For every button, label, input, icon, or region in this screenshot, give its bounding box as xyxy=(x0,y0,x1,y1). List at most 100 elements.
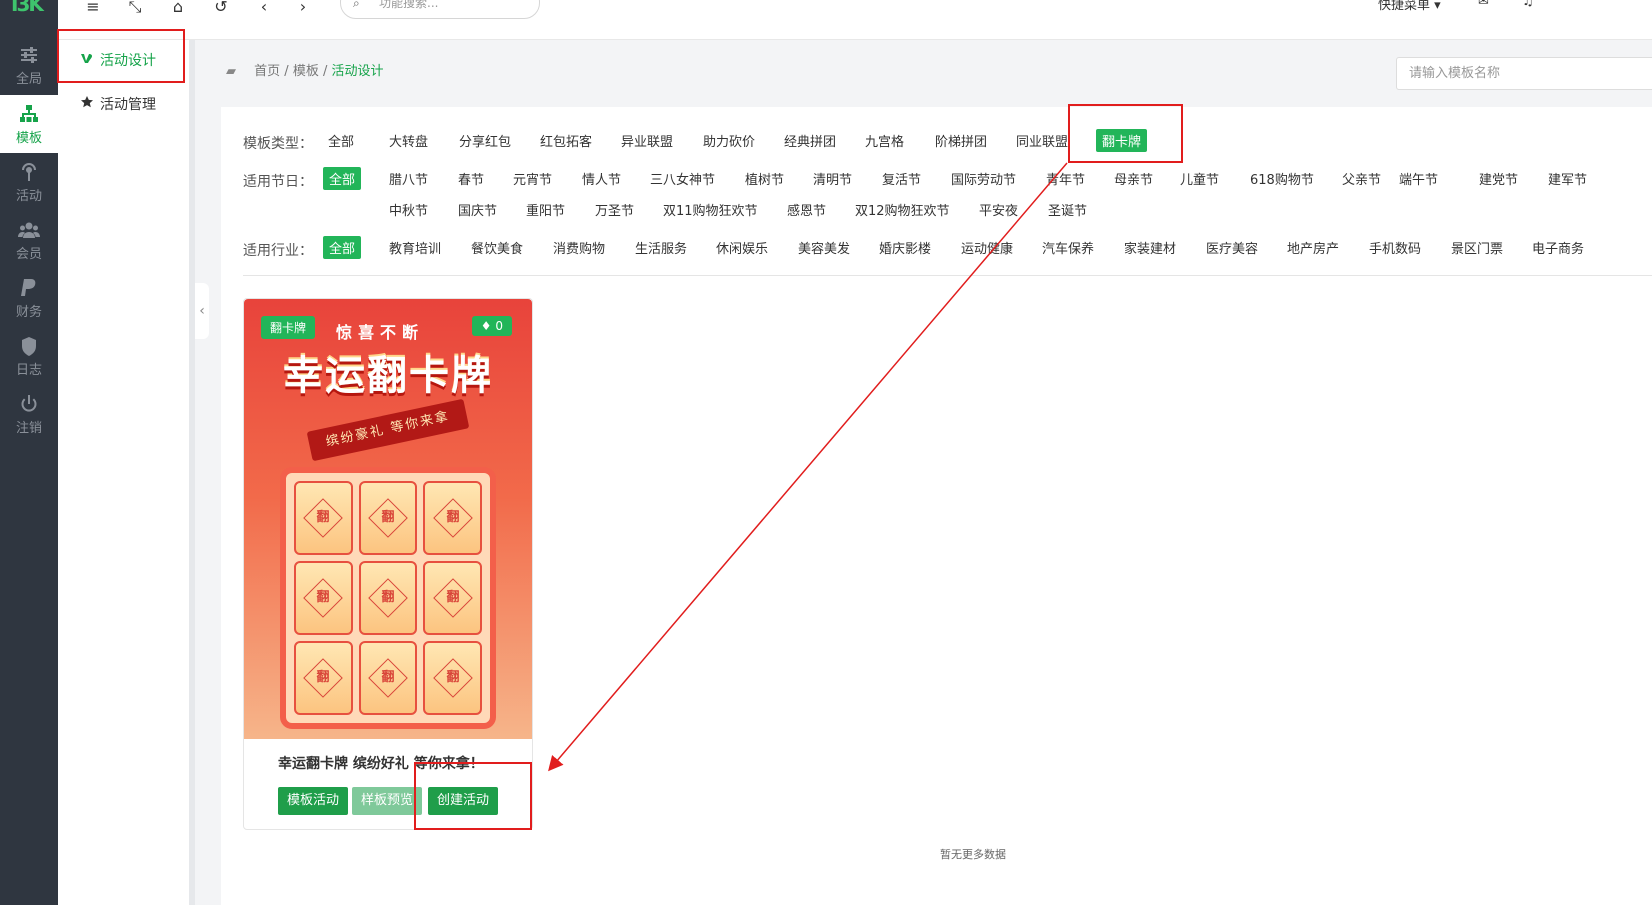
sub-navigation: 活动设计 活动管理 xyxy=(58,0,195,905)
filter-tag-holiday-6[interactable]: 植树节 xyxy=(745,169,784,188)
filter-tag-holiday-row2-0[interactable]: 中秋节 xyxy=(389,200,428,219)
annotation-box-subnav xyxy=(57,29,185,83)
collapse-sidebar-toggle[interactable]: ‹ xyxy=(195,283,209,339)
rail-item-logout[interactable]: 注销 xyxy=(0,385,58,443)
home-icon[interactable]: ⌂ xyxy=(167,0,189,18)
filter-tag-holiday-row2-6[interactable]: 双12购物狂欢节 xyxy=(855,200,950,219)
flip-card: 翻 xyxy=(294,561,353,635)
filter-tag-type-9[interactable]: 同业联盟 xyxy=(1016,131,1068,150)
filter-tag-industry-3[interactable]: 消费购物 xyxy=(553,238,605,257)
filter-tag-holiday-row2-5[interactable]: 感恩节 xyxy=(787,200,826,219)
flip-card: 翻 xyxy=(423,641,482,715)
mail-icon[interactable]: ✉ xyxy=(1478,0,1489,9)
filter-tag-industry-1[interactable]: 教育培训 xyxy=(389,238,441,257)
filter-tag-holiday-3[interactable]: 元宵节 xyxy=(513,169,552,188)
quick-menu-dropdown[interactable]: 快捷菜单 ▾ xyxy=(1378,0,1441,13)
filter-tag-type-1[interactable]: 大转盘 xyxy=(389,131,428,150)
filter-tag-holiday-2[interactable]: 春节 xyxy=(458,169,484,188)
filter-tag-industry-4[interactable]: 生活服务 xyxy=(635,238,687,257)
filter-tag-type-6[interactable]: 经典拼团 xyxy=(784,131,836,150)
rail-item-global[interactable]: 全局 xyxy=(0,36,58,94)
breadcrumb-templates[interactable]: 模板 xyxy=(293,64,319,79)
flip-card-grid: 翻翻翻翻翻翻翻翻翻 xyxy=(294,481,482,715)
annotation-box-flipcard-tag xyxy=(1068,104,1183,163)
filter-tag-holiday-row2-8[interactable]: 圣诞节 xyxy=(1048,200,1087,219)
star-icon xyxy=(80,82,94,128)
filter-tag-holiday-5[interactable]: 三八女神节 xyxy=(650,169,715,188)
rail-item-label: 活动 xyxy=(15,189,42,204)
filter-tag-type-7[interactable]: 九宫格 xyxy=(865,131,904,150)
filter-tag-holiday-16[interactable]: 建党节 xyxy=(1479,169,1518,188)
template-poster[interactable]: 翻卡牌 惊喜不断 ♦ 0 幸运翻卡牌 缤纷豪礼 等你来拿 翻翻翻翻翻翻翻翻翻 xyxy=(244,299,532,739)
fullscreen-icon[interactable]: ⤡ xyxy=(124,0,146,18)
flip-card: 翻 xyxy=(358,561,418,635)
breadcrumb-home[interactable]: 首页 xyxy=(254,64,280,79)
back-icon[interactable]: ‹ xyxy=(253,0,275,18)
filter-tag-type-0[interactable]: 全部 xyxy=(328,131,354,150)
filter-tag-industry-15[interactable]: 电子商务 xyxy=(1532,238,1584,257)
preview-button[interactable]: 样板预览 xyxy=(352,787,423,815)
flip-card: 翻 xyxy=(294,481,353,555)
filter-tag-holiday-14[interactable]: 父亲节 xyxy=(1342,169,1381,188)
filter-tag-industry-14[interactable]: 景区门票 xyxy=(1451,238,1503,257)
filter-tag-holiday-4[interactable]: 情人节 xyxy=(582,169,621,188)
rail-item-label: 注销 xyxy=(15,421,42,436)
filter-tag-industry-0[interactable]: 全部 xyxy=(323,236,362,259)
filter-tag-type-3[interactable]: 红包拓客 xyxy=(540,131,592,150)
filter-tag-holiday-row2-2[interactable]: 重阳节 xyxy=(526,200,565,219)
filter-tag-industry-7[interactable]: 婚庆影楼 xyxy=(879,238,931,257)
app-logo: I3K xyxy=(11,0,44,16)
rail-item-members[interactable]: 会员 xyxy=(0,211,58,269)
filter-tag-industry-13[interactable]: 手机数码 xyxy=(1369,238,1421,257)
poster-title: 幸运翻卡牌 xyxy=(283,353,493,399)
forward-icon[interactable]: › xyxy=(292,0,314,18)
filter-tag-industry-10[interactable]: 家装建材 xyxy=(1124,238,1176,257)
filter-tag-holiday-12[interactable]: 儿童节 xyxy=(1180,169,1219,188)
filter-tag-industry-2[interactable]: 餐饮美食 xyxy=(471,238,523,257)
refresh-icon[interactable]: ↺ xyxy=(210,0,232,18)
filter-tag-holiday-1[interactable]: 腊八节 xyxy=(389,169,428,188)
filter-tag-type-8[interactable]: 阶梯拼团 xyxy=(935,131,987,150)
filter-tag-holiday-10[interactable]: 青年节 xyxy=(1046,169,1085,188)
sitemap-icon xyxy=(18,103,40,125)
rail-item-label: 日志 xyxy=(15,363,42,378)
flip-card: 翻 xyxy=(358,641,418,715)
flip-card: 翻 xyxy=(294,641,353,715)
filter-tag-holiday-row2-4[interactable]: 双11购物狂欢节 xyxy=(663,200,758,219)
filter-tag-industry-11[interactable]: 医疗美容 xyxy=(1206,238,1258,257)
rail-item-activity[interactable]: 活动 xyxy=(0,153,58,211)
filter-tag-type-5[interactable]: 助力砍价 xyxy=(703,131,755,150)
filter-tag-holiday-9[interactable]: 国际劳动节 xyxy=(951,169,1016,188)
filter-tag-holiday-8[interactable]: 复活节 xyxy=(882,169,921,188)
filter-label-holiday: 适用节日： xyxy=(243,174,313,190)
filter-tag-holiday-row2-1[interactable]: 国庆节 xyxy=(458,200,497,219)
filter-tag-holiday-row2-7[interactable]: 平安夜 xyxy=(979,200,1018,219)
filter-tag-industry-9[interactable]: 汽车保养 xyxy=(1042,238,1094,257)
icon-rail: I3K 全局 模板 活动 会员 财务 日志 注销 xyxy=(0,0,58,905)
filter-tag-holiday-17[interactable]: 建军节 xyxy=(1548,169,1587,188)
filter-tag-holiday-15[interactable]: 端午节 xyxy=(1399,169,1438,188)
filter-tag-industry-6[interactable]: 美容美发 xyxy=(798,238,850,257)
menu-icon[interactable]: ≡ xyxy=(82,0,104,18)
filter-tag-holiday-row2-3[interactable]: 万圣节 xyxy=(595,200,634,219)
filter-tag-holiday-7[interactable]: 清明节 xyxy=(813,169,852,188)
function-search-placeholder: 功能搜索... xyxy=(379,0,439,10)
rail-item-templates[interactable]: 模板 xyxy=(0,95,58,153)
rail-item-finance[interactable]: 财务 xyxy=(0,269,58,327)
filter-tag-industry-12[interactable]: 地产房产 xyxy=(1287,238,1339,257)
card-type-badge: 翻卡牌 xyxy=(261,316,316,339)
filter-tag-holiday-0[interactable]: 全部 xyxy=(323,167,362,190)
template-name-search-input[interactable]: 请输入模板名称 xyxy=(1396,57,1652,90)
bell-icon[interactable]: ♫ xyxy=(1522,0,1534,9)
filter-tag-industry-5[interactable]: 休闲娱乐 xyxy=(716,238,768,257)
filter-tag-industry-8[interactable]: 运动健康 xyxy=(961,238,1013,257)
subnav-item-activity-manage[interactable]: 活动管理 xyxy=(58,82,189,128)
filter-divider xyxy=(243,275,1652,276)
filter-tag-type-2[interactable]: 分享红包 xyxy=(459,131,511,150)
filter-tag-holiday-11[interactable]: 母亲节 xyxy=(1114,169,1153,188)
function-search-input[interactable]: ⌕ 功能搜索... xyxy=(340,0,540,19)
rail-item-logs[interactable]: 日志 xyxy=(0,327,58,385)
template-activity-button[interactable]: 模板活动 xyxy=(278,787,349,815)
filter-tag-type-4[interactable]: 异业联盟 xyxy=(621,131,673,150)
filter-tag-holiday-13[interactable]: 618购物节 xyxy=(1250,169,1314,188)
